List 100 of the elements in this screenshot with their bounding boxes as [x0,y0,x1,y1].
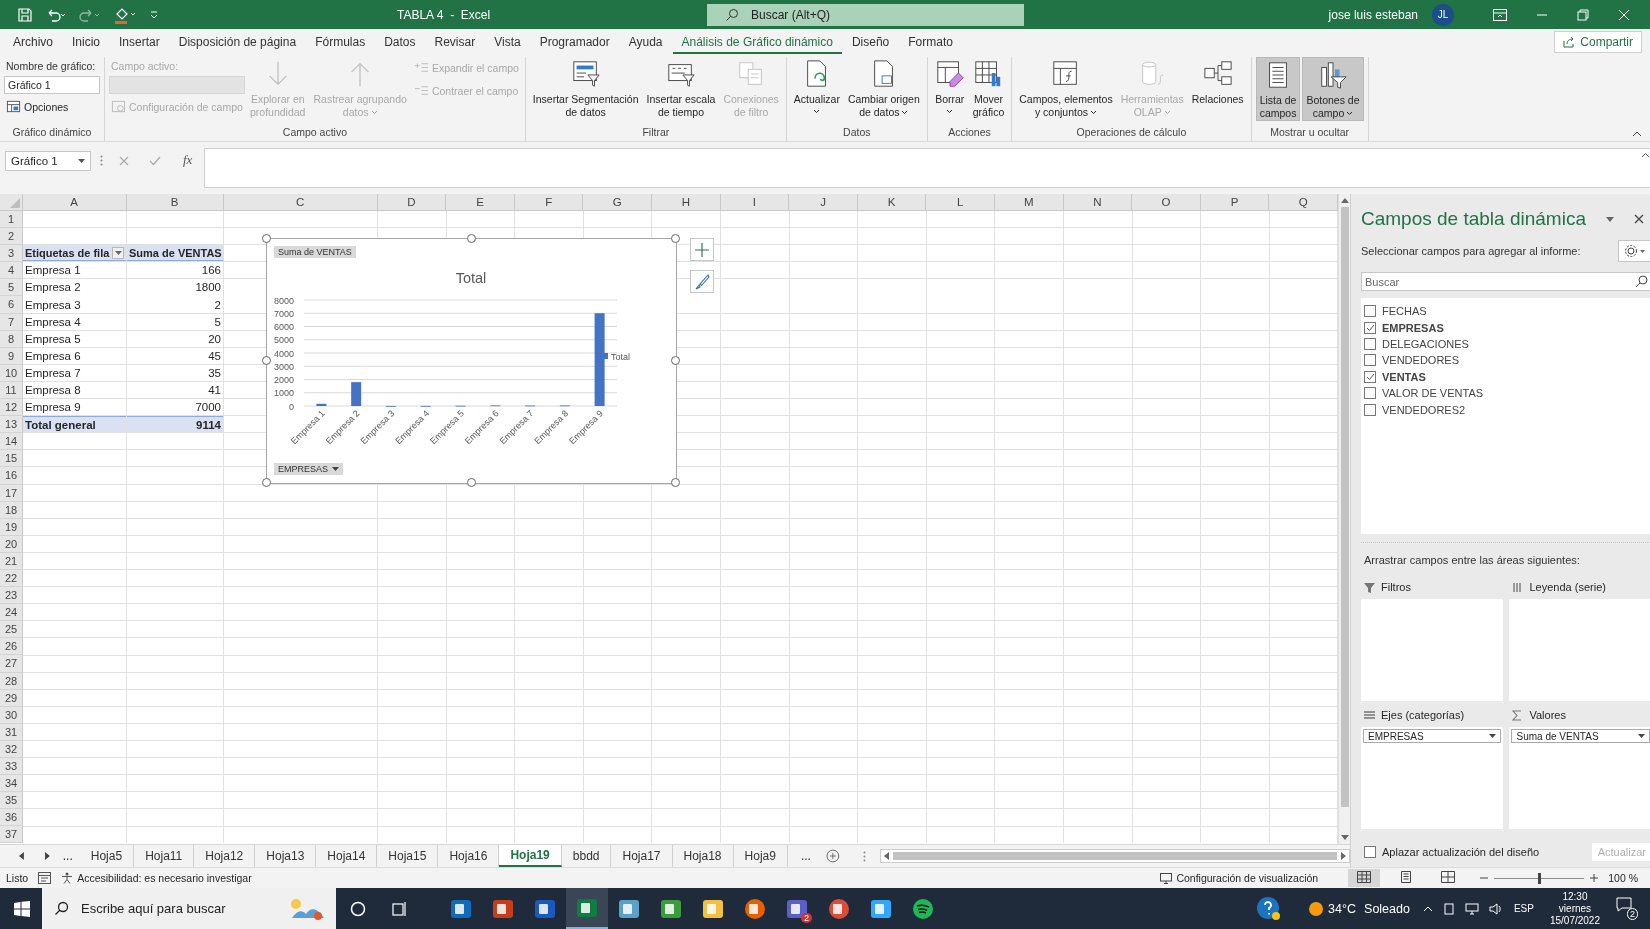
share-button[interactable]: Compartir [1554,31,1642,53]
scroll-down-icon[interactable] [1340,835,1349,841]
filter-dropdown-button[interactable] [112,246,124,259]
previous-sheet-icon[interactable] [19,852,25,860]
column-header[interactable]: I [720,194,790,211]
checkbox[interactable] [1364,370,1376,383]
taskbar-app[interactable]: 2 [776,888,818,929]
area-field-button[interactable]: EMPRESAS [1363,729,1502,743]
zoom-level[interactable]: 100 % [1608,872,1638,884]
ribbon-button[interactable]: Botones de campo [1302,57,1364,121]
zoom-in-icon[interactable] [1590,874,1599,882]
ribbon-tab[interactable]: Datos [375,30,425,54]
field-item[interactable]: VENDEDORES2 [1361,401,1650,418]
column-header[interactable]: L [926,194,996,211]
macro-icon[interactable] [38,872,52,884]
resize-handle[interactable] [671,234,680,243]
circle-icon[interactable] [350,900,366,917]
save-icon[interactable] [17,6,33,23]
zoom-out-icon[interactable] [1480,874,1489,882]
network-icon[interactable] [1464,902,1479,915]
search-field[interactable]: Buscar [1361,272,1650,291]
column-header[interactable]: P [1200,194,1270,211]
resize-handle[interactable] [466,478,476,487]
taskbar-search-field[interactable]: Escribe aquí para buscar [42,888,336,929]
ribbon-tab[interactable]: Insertar [110,30,169,54]
row-header[interactable]: 15 [0,450,23,468]
horizontal-scrollbar[interactable] [879,849,1350,863]
row-header[interactable]: 24 [0,604,23,622]
resize-handle[interactable] [671,356,680,365]
language-indicator[interactable]: ESP [1513,903,1534,914]
settings-button[interactable] [1617,240,1650,262]
bar[interactable] [351,382,362,406]
customize-icon[interactable] [149,8,159,21]
weather-condition[interactable]: Soleado [1364,901,1410,916]
scroll-up-icon[interactable] [1340,197,1349,203]
column-header[interactable]: M [995,194,1064,211]
row-header[interactable]: 37 [0,826,23,844]
collapse-formula-icon[interactable] [1641,152,1650,158]
resize-handle[interactable] [262,356,271,365]
ribbon-display-icon[interactable] [1493,8,1507,21]
tablet-icon[interactable] [1442,902,1455,915]
help-icon[interactable] [1256,895,1283,922]
column-header[interactable]: F [514,194,584,211]
user-avatar[interactable]: JL [1432,3,1454,26]
add-sheet-icon[interactable] [825,849,840,863]
column-header[interactable]: O [1132,194,1201,211]
ribbon-tab[interactable]: Programador [530,30,619,54]
column-header[interactable]: N [1063,194,1133,211]
formula-input[interactable] [204,148,1650,188]
chart-elements-button[interactable] [690,238,714,261]
ribbon-button[interactable]: Insertar escala de tiempo [643,57,719,121]
vertical-scrollbar[interactable] [1338,194,1350,844]
input-field[interactable]: Gráfico 1 [4,76,100,94]
row-header[interactable]: 13 [0,416,23,434]
column-header[interactable]: Q [1269,194,1338,211]
row-header[interactable]: 23 [0,587,23,605]
close-icon[interactable] [1633,214,1644,224]
checkbox[interactable] [1364,403,1376,416]
more-sheets-button[interactable]: ... [800,849,811,863]
task-view-icon[interactable] [392,900,408,917]
value-field-button[interactable]: Suma de VENTAS [274,246,356,258]
ribbon-button[interactable]: Insertar Segmentación de datos [529,57,642,121]
next-sheet-icon[interactable] [43,852,50,860]
drop-area[interactable]: EMPRESAS [1361,727,1504,829]
defer-update-checkbox[interactable]: Aplazar actualización del diseño [1361,846,1540,858]
field-item[interactable]: VENTAS [1361,368,1650,385]
column-header[interactable]: H [652,194,721,211]
ribbon-tab[interactable]: Disposición de página [169,30,306,54]
ribbon-button[interactable]: Actualizar [790,57,843,121]
ribbon-button[interactable]: Campos, elementos y conjuntos [1016,57,1116,121]
chevron-up-icon[interactable] [1422,905,1433,912]
field-item[interactable]: FECHAS [1361,303,1650,320]
column-header[interactable]: C [223,194,378,211]
column-header[interactable]: K [857,194,927,211]
ribbon-button[interactable]: Cambiar origen de datos [844,57,923,121]
column-header[interactable]: A [22,194,127,211]
row-header[interactable]: 6 [0,296,23,314]
chart-styles-button[interactable] [690,270,714,293]
sheet-tab[interactable]: Hoja19 [499,845,562,867]
row-header[interactable]: 16 [0,467,23,485]
column-header[interactable]: B [126,194,224,211]
ribbon-tab[interactable]: Archivo [4,30,62,54]
row-header[interactable]: 14 [0,433,23,451]
ribbon-button[interactable]: Lista de campos [1255,57,1301,121]
row-header[interactable]: 26 [0,638,23,656]
display-settings-button[interactable]: Configuración de visualización [1160,872,1319,884]
row-header[interactable]: 12 [0,399,23,417]
collapse-ribbon-icon[interactable] [1632,131,1642,137]
row-header[interactable]: 36 [0,809,23,827]
ribbon-tab[interactable]: Fórmulas [306,30,375,54]
row-header[interactable]: 34 [0,775,23,793]
bar[interactable] [594,313,605,406]
column-header[interactable]: E [446,194,515,211]
resize-handle[interactable] [671,478,680,487]
ribbon-tab[interactable]: Ayuda [619,30,672,54]
notifications-button[interactable]: 2 [1616,897,1638,920]
ribbon-tab[interactable]: Diseño [842,30,899,54]
name-box[interactable]: Gráfico 1 [5,151,91,171]
bar[interactable] [316,403,327,406]
resize-handle[interactable] [466,234,476,243]
